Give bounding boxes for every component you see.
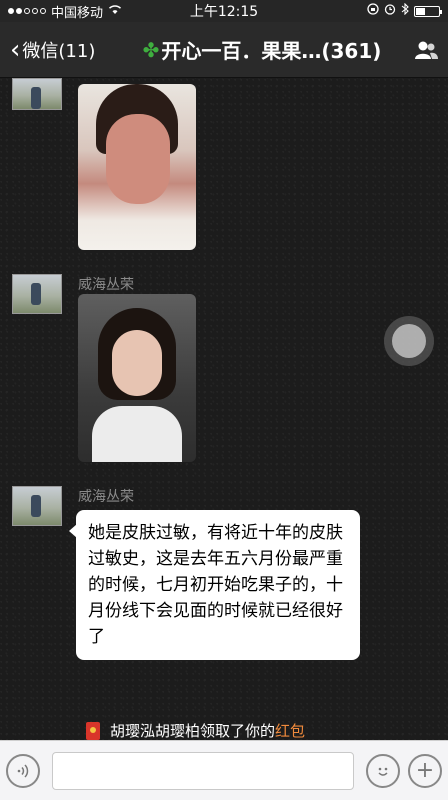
chat-title-text: 开心一百．果果…(361) <box>161 39 382 63</box>
red-packet-link[interactable]: 红包 <box>275 720 305 740</box>
people-icon <box>415 41 438 59</box>
message-text: 她是皮肤过敏，有将近十年的皮肤过敏史，这是去年五六月份最严重的时候，七月初开始吃… <box>88 523 343 647</box>
sender-name: 威海丛荣 <box>78 277 134 293</box>
image-message[interactable] <box>78 84 196 250</box>
carrier-label: 中国移动 <box>51 5 104 21</box>
redpacket-notice: 胡璎泓胡璎柏领取了你的 红包 <box>86 720 305 740</box>
wifi-icon <box>108 4 122 19</box>
message-input[interactable] <box>52 751 354 790</box>
avatar[interactable] <box>12 486 62 526</box>
plus-icon: + <box>415 758 435 783</box>
sender-name: 威海丛荣 <box>78 489 134 505</box>
back-button[interactable]: ‹ 微信(11) <box>0 37 120 63</box>
chat-title: ✤ 开心一百．果果…(361) <box>120 35 404 64</box>
signal-icon <box>8 8 46 14</box>
input-bar: + <box>0 740 448 800</box>
image-message[interactable] <box>78 294 196 462</box>
alarm-icon <box>384 3 396 19</box>
red-packet-icon <box>86 721 100 740</box>
chat-area[interactable]: 威海丛荣 威海丛荣 她是皮肤过敏，有将近十年的皮肤过敏史，这是去年五六月份最严重… <box>0 78 448 740</box>
status-bar: 中国移动 上午12:15 <box>0 0 448 22</box>
status-right <box>367 2 442 19</box>
chevron-left-icon: ‹ <box>10 34 21 65</box>
plus-button[interactable]: + <box>408 753 442 788</box>
assistive-touch-icon <box>392 324 426 358</box>
notice-text: 胡璎泓胡璎柏领取了你的 <box>110 722 276 740</box>
assistive-touch-button[interactable] <box>384 316 434 366</box>
voice-button[interactable] <box>6 753 40 788</box>
clover-icon: ✤ <box>142 37 160 62</box>
voice-icon <box>17 763 29 778</box>
battery-icon <box>414 5 442 17</box>
text-message-bubble[interactable]: 她是皮肤过敏，有将近十年的皮肤过敏史，这是去年五六月份最严重的时候，七月初开始吃… <box>69 510 360 660</box>
back-label: 微信(11) <box>22 40 96 62</box>
bluetooth-icon <box>401 2 409 19</box>
status-time: 上午12:15 <box>189 4 259 20</box>
group-members-button[interactable] <box>404 40 448 60</box>
avatar[interactable] <box>12 78 62 110</box>
avatar[interactable] <box>12 274 62 314</box>
emoji-icon <box>378 767 388 776</box>
emoji-button[interactable] <box>366 753 400 788</box>
chat-header: ‹ 微信(11) ✤ 开心一百．果果…(361) <box>0 22 448 78</box>
rotation-lock-icon <box>367 3 379 19</box>
status-left: 中国移动 <box>8 2 122 21</box>
